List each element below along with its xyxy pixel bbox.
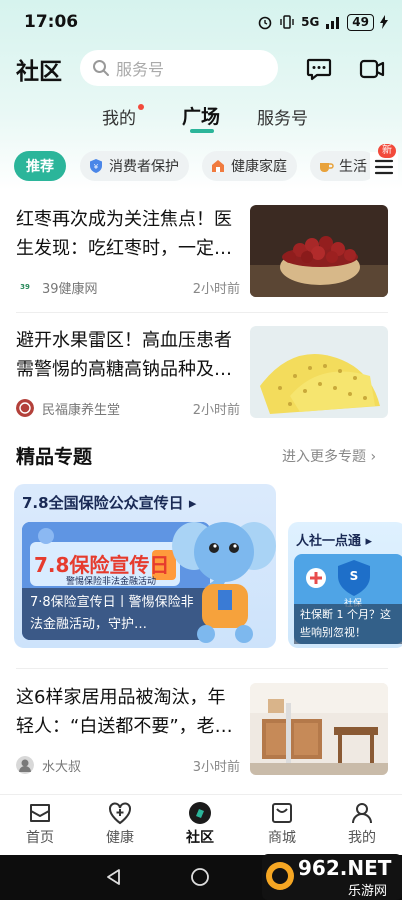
community-icon	[189, 802, 211, 824]
svg-text:¥: ¥	[94, 163, 99, 171]
home-circle-icon[interactable]	[190, 867, 210, 887]
article-title: 红枣再次成为关注焦点！医生发现：吃红枣时，一定…	[16, 209, 232, 259]
divider	[16, 312, 388, 313]
home-icon	[212, 160, 224, 172]
article-thumbnail	[250, 205, 388, 297]
nav-home[interactable]: 首页	[10, 799, 70, 847]
home-icon	[30, 804, 50, 822]
shield-icon: ¥	[90, 159, 102, 173]
nav-mall[interactable]: 商城	[252, 799, 312, 847]
article-source: 39健康网	[42, 281, 98, 297]
signal-label: 5G	[301, 15, 320, 29]
article-time: 2小时前	[192, 281, 240, 297]
topic-poster: S 社保 社保断 1 个月？这些响别忽视！	[294, 554, 402, 644]
nav-label: 我的	[348, 830, 376, 846]
chip-label: 生活	[339, 159, 367, 175]
tab-active-indicator	[190, 129, 214, 133]
more-topics-link[interactable]: 进入更多专题 ›	[282, 446, 376, 466]
topic-card-heading: 7.8全国保险公众宣传日 ▸	[22, 492, 196, 513]
search-icon	[93, 60, 109, 76]
topic-card[interactable]: 7.8全国保险公众宣传日 ▸ 7.8保险宣传日 警惕保险非法金融活动 7·8保险…	[14, 484, 276, 648]
status-bar: 17:06 5G 49	[0, 0, 402, 44]
chip-label: 消费者保护	[109, 159, 179, 175]
article-time: 2小时前	[192, 402, 240, 418]
topic-card[interactable]: 人社一点通 ▸ S 社保 社保断 1 个月？这些响别忽视！	[288, 522, 402, 648]
vibrate-icon	[280, 15, 294, 29]
article-item[interactable]: 红枣再次成为关注焦点！医生发现：吃红枣时，一定… 39 39健康网 2小时前	[0, 205, 402, 325]
chip-life[interactable]: 生活	[310, 151, 377, 181]
svg-text:S: S	[350, 569, 359, 583]
topics-section-header: 精品专题 进入更多专题 ›	[0, 440, 402, 470]
chip-recommend[interactable]: 推荐	[14, 151, 66, 181]
tab-service-accounts[interactable]: 服务号	[257, 104, 308, 129]
nav-community[interactable]: 社区	[170, 799, 230, 847]
topic-caption: 社保断 1 个月？这些响别忽视！	[294, 604, 402, 644]
topic-card-heading-text: 人社一点通	[296, 534, 362, 549]
page-header: 社区 服务号	[0, 48, 402, 90]
search-placeholder: 服务号	[116, 60, 165, 79]
nav-me[interactable]: 我的	[332, 799, 392, 847]
alarm-icon	[258, 16, 272, 30]
message-icon[interactable]	[305, 55, 333, 83]
article-thumbnail	[250, 683, 388, 775]
watermark-subtitle: 乐游网	[348, 884, 388, 899]
nav-health[interactable]: 健康	[90, 799, 150, 847]
category-chips: 推荐 ¥ 消费者保护 健康家庭 生活	[0, 148, 402, 184]
more-topics-label: 进入更多专题	[282, 449, 366, 465]
topic-card-heading-text: 7.8全国保险公众宣传日	[22, 494, 184, 512]
back-icon[interactable]	[104, 867, 124, 887]
chevron-right-icon: ▸	[365, 534, 373, 549]
nav-label: 首页	[26, 830, 54, 846]
status-icons: 5G 49	[257, 13, 388, 31]
article-source: 水大叔	[42, 759, 82, 775]
poster-subtitle: 警惕保险非法金融活动	[66, 577, 157, 587]
source-logo-icon	[16, 399, 34, 417]
unread-dot	[138, 104, 144, 110]
article-title: 避开水果雷区！高血压患者需警惕的高糖高钠品种及…	[16, 330, 232, 380]
avatar	[16, 756, 34, 774]
nav-label: 商城	[268, 830, 296, 846]
elephant-mascot-icon	[172, 522, 276, 643]
svg-text:39: 39	[20, 283, 30, 291]
article-item[interactable]: 这6样家居用品被淘汰，年轻人：“白送都不要”，老… 水大叔 3小时前	[0, 683, 402, 803]
article-thumbnail	[250, 326, 388, 418]
tab-square[interactable]: 广场	[182, 102, 220, 129]
article-meta: 民福康养生堂 2小时前	[16, 398, 240, 418]
source-logo-icon: 39	[16, 278, 34, 296]
article-meta: 39 39健康网 2小时前	[16, 277, 240, 297]
watermark-brand: 962.NET	[298, 856, 392, 880]
article-time: 3小时前	[192, 759, 240, 775]
page-title: 社区	[16, 59, 62, 85]
nav-label: 健康	[106, 830, 134, 846]
charging-icon	[380, 15, 388, 29]
user-icon	[352, 803, 372, 824]
chip-healthy-family[interactable]: 健康家庭	[202, 151, 297, 181]
video-icon[interactable]	[358, 55, 386, 83]
cup-icon	[320, 163, 334, 172]
article-title: 这6样家居用品被淘汰，年轻人：“白送都不要”，老…	[16, 687, 233, 737]
topic-card-heading: 人社一点通 ▸	[296, 530, 372, 549]
watermark-logo: 962.NET 乐游网	[262, 852, 402, 900]
new-badge: 新	[378, 144, 396, 158]
battery-indicator: 49	[347, 13, 374, 31]
bottom-nav: 首页 健康 社区 商城 我的	[0, 794, 402, 854]
status-time: 17:06	[24, 12, 79, 32]
chip-consumer-protection[interactable]: ¥ 消费者保护	[80, 151, 189, 181]
article-item[interactable]: 避开水果雷区！高血压患者需警惕的高糖高钠品种及… 民福康养生堂 2小时前	[0, 326, 402, 446]
section-title: 精品专题	[16, 446, 93, 468]
article-meta: 水大叔 3小时前	[16, 755, 240, 775]
search-input[interactable]: 服务号	[80, 50, 278, 86]
tab-mine[interactable]: 我的	[102, 104, 136, 129]
divider	[16, 668, 388, 669]
shopping-bag-icon	[272, 803, 292, 823]
nav-label: 社区	[186, 830, 214, 846]
tab-bar: 我的 广场 服务号	[0, 98, 402, 136]
chip-label: 健康家庭	[231, 159, 287, 175]
article-source: 民福康养生堂	[42, 402, 121, 418]
signal-icon	[326, 17, 340, 29]
chip-label: 推荐	[26, 159, 54, 175]
heart-plus-icon	[109, 802, 131, 825]
chevron-right-icon: ›	[370, 449, 377, 465]
